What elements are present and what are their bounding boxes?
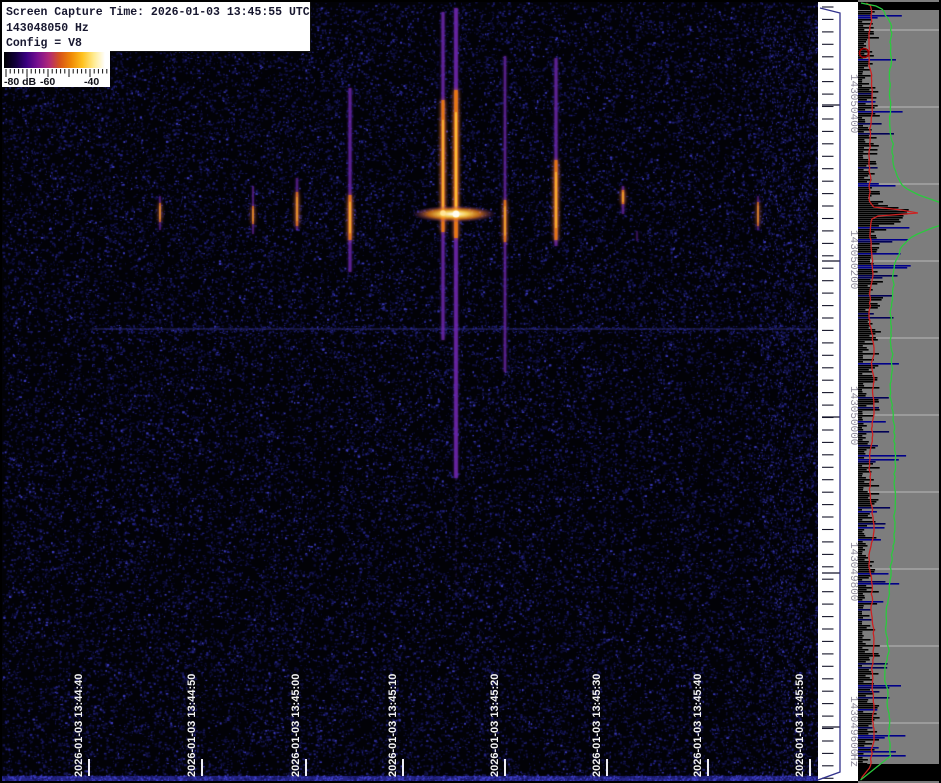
colorbar-legend: -80 dB -60 -40 xyxy=(2,50,110,87)
capture-info-panel: Screen Capture Time: 2026-01-03 13:45:55… xyxy=(2,2,311,52)
colorbar-label-max: -40 xyxy=(84,76,99,88)
capture-frequency-text: 143048050 Hz xyxy=(6,21,310,37)
capture-time-text: Screen Capture Time: 2026-01-03 13:45:55… xyxy=(6,5,310,21)
colorbar-labels: -80 dB -60 -40 xyxy=(2,76,110,87)
colorbar-gradient xyxy=(4,52,105,68)
colorbar-label-mid: -60 xyxy=(40,76,55,88)
spectrum-panel xyxy=(858,0,939,783)
meteor-spectrogram-app: Screen Capture Time: 2026-01-03 13:45:55… xyxy=(0,0,941,783)
spectrogram-waterfall xyxy=(2,2,818,781)
colorbar-label-min: -80 dB xyxy=(4,76,36,88)
